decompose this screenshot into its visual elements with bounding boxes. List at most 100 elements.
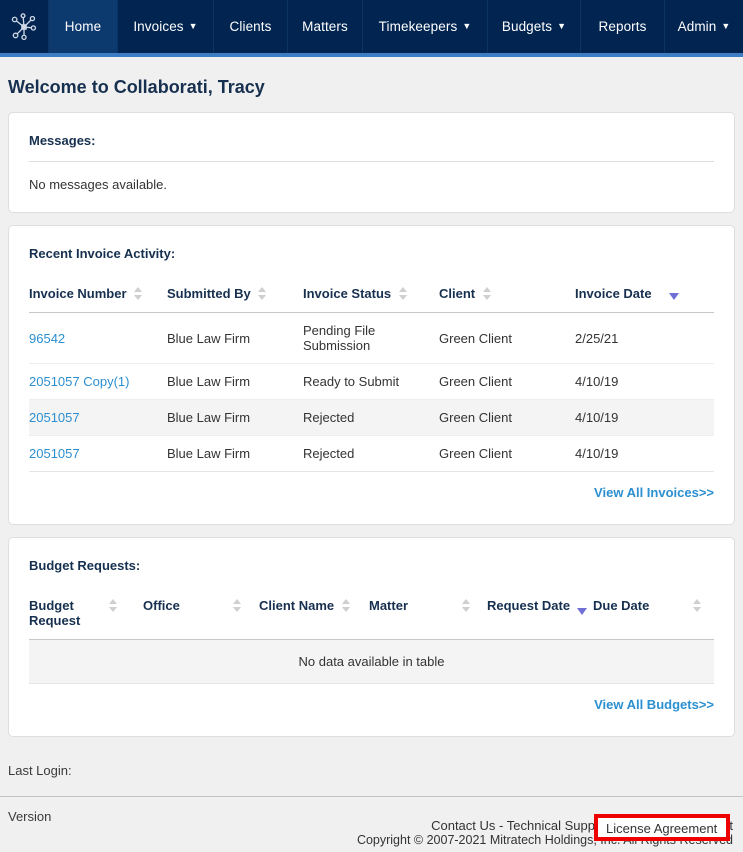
sort-active-desc-icon[interactable] <box>655 286 685 301</box>
cell-submitted-by: Blue Law Firm <box>167 312 303 364</box>
invoice-number-link[interactable]: 96542 <box>29 331 65 346</box>
page-title: Welcome to Collaborati, Tracy <box>8 77 265 97</box>
sort-toggle-icon[interactable] <box>338 598 354 613</box>
recent-invoice-activity-card: Recent Invoice Activity: Invoice Number … <box>8 225 735 525</box>
column-label: Client <box>439 286 476 301</box>
nav-item-label: Reports <box>598 19 647 34</box>
column-header-budget-request[interactable]: Budget Request <box>29 586 143 640</box>
column-label: Matter <box>369 598 409 613</box>
column-header-client-name[interactable]: Client Name <box>259 586 369 640</box>
view-all-budgets-container: View All Budgets>> <box>29 684 714 736</box>
table-row[interactable]: 96542 Blue Law Firm Pending File Submiss… <box>29 312 714 364</box>
nav-item-label: Clients <box>229 19 272 34</box>
column-header-matter[interactable]: Matter <box>369 586 487 640</box>
table-row[interactable]: 2051057 Copy(1) Blue Law Firm Ready to S… <box>29 363 714 400</box>
nav-item-admin[interactable]: Admin ▼ <box>664 0 743 53</box>
column-label: Invoice Status <box>303 286 392 301</box>
view-all-budgets-link[interactable]: View All Budgets>> <box>594 697 714 712</box>
invoice-number-link[interactable]: 2051057 <box>29 410 80 425</box>
messages-card-title: Messages: <box>29 133 96 148</box>
sort-toggle-icon[interactable] <box>130 286 146 301</box>
cell-invoice-status: Pending File Submission <box>303 312 439 364</box>
column-label: Invoice Date <box>575 286 652 301</box>
cell-invoice-number[interactable]: 96542 <box>29 312 167 364</box>
chevron-down-icon: ▼ <box>721 20 731 31</box>
sort-toggle-icon[interactable] <box>395 286 411 301</box>
cell-invoice-number[interactable]: 2051057 <box>29 399 167 436</box>
cell-invoice-date: 4/10/19 <box>575 435 714 472</box>
nav-item-timekeepers[interactable]: Timekeepers ▼ <box>362 0 487 53</box>
nav-item-label: Invoices <box>133 19 184 34</box>
table-row[interactable]: 2051057 Blue Law Firm Rejected Green Cli… <box>29 399 714 436</box>
nav-item-invoices[interactable]: Invoices ▼ <box>117 0 213 53</box>
table-row[interactable]: 2051057 Blue Law Firm Rejected Green Cli… <box>29 435 714 472</box>
nav-item-clients[interactable]: Clients <box>213 0 287 53</box>
invoice-number-link[interactable]: 2051057 Copy(1) <box>29 374 129 389</box>
table-header-row: Invoice Number Submitted By Invoice Stat… <box>29 274 714 313</box>
column-label: Submitted By <box>167 286 251 301</box>
column-header-request-date[interactable]: Request Date <box>487 586 593 640</box>
nav-item-label: Matters <box>302 19 348 34</box>
column-label: Office <box>143 598 180 613</box>
column-header-office[interactable]: Office <box>143 586 259 640</box>
table-header: Invoice Number Submitted By Invoice Stat… <box>29 274 714 313</box>
view-all-invoices-link[interactable]: View All Invoices>> <box>594 485 714 500</box>
cell-client: Green Client <box>439 312 575 364</box>
budget-requests-table: Budget Request Office Client Name Matter… <box>29 586 714 684</box>
column-header-invoice-status[interactable]: Invoice Status <box>303 274 439 313</box>
nav-item-matters[interactable]: Matters <box>287 0 362 53</box>
license-agreement-highlight-label[interactable]: License Agreement <box>606 821 717 836</box>
sort-toggle-icon[interactable] <box>105 598 121 613</box>
recent-invoices-table: Invoice Number Submitted By Invoice Stat… <box>29 274 714 472</box>
cell-client: Green Client <box>439 399 575 436</box>
column-header-invoice-number[interactable]: Invoice Number <box>29 274 167 313</box>
app-logo[interactable] <box>0 0 48 53</box>
cell-client: Green Client <box>439 435 575 472</box>
column-label: Due Date <box>593 598 650 613</box>
cell-invoice-status: Ready to Submit <box>303 363 439 400</box>
molecule-network-logo-icon <box>11 12 37 40</box>
invoices-card-title: Recent Invoice Activity: <box>29 246 176 261</box>
budgets-card-title: Budget Requests: <box>29 558 141 573</box>
column-label: Request Date <box>487 598 571 613</box>
column-header-invoice-date[interactable]: Invoice Date <box>575 274 714 313</box>
invoice-number-link[interactable]: 2051057 <box>29 446 80 461</box>
sort-toggle-icon[interactable] <box>479 286 495 301</box>
cell-submitted-by: Blue Law Firm <box>167 435 303 472</box>
chevron-down-icon: ▼ <box>462 20 472 31</box>
cell-client: Green Client <box>439 363 575 400</box>
empty-state-row: No data available in table <box>29 639 714 684</box>
sort-toggle-icon[interactable] <box>689 598 705 613</box>
nav-item-budgets[interactable]: Budgets ▼ <box>487 0 580 53</box>
messages-card: Messages: No messages available. <box>8 112 735 213</box>
cell-invoice-status: Rejected <box>303 399 439 436</box>
main-navigation: Home Invoices ▼ Clients Matters Timekeep… <box>0 0 743 57</box>
table-body: No data available in table <box>29 639 714 684</box>
cell-invoice-number[interactable]: 2051057 <box>29 435 167 472</box>
footer-separator: - <box>499 818 504 833</box>
cell-invoice-date: 2/25/21 <box>575 312 714 364</box>
nav-item-home[interactable]: Home <box>48 0 117 53</box>
budget-requests-card: Budget Requests: Budget Request Office C… <box>8 537 735 737</box>
cell-invoice-status: Rejected <box>303 435 439 472</box>
cell-invoice-date: 4/10/19 <box>575 363 714 400</box>
column-header-submitted-by[interactable]: Submitted By <box>167 274 303 313</box>
column-header-client[interactable]: Client <box>439 274 575 313</box>
messages-empty-text: No messages available. <box>29 177 168 192</box>
chevron-down-icon: ▼ <box>557 20 567 31</box>
table-body: 96542 Blue Law Firm Pending File Submiss… <box>29 312 714 472</box>
sort-active-desc-icon[interactable] <box>574 598 590 615</box>
column-label: Budget Request <box>29 598 81 628</box>
empty-state-message: No data available in table <box>29 639 714 684</box>
nav-item-reports[interactable]: Reports <box>580 0 664 53</box>
column-header-due-date[interactable]: Due Date <box>593 586 714 640</box>
contact-us-link[interactable]: Contact Us <box>431 818 495 833</box>
last-login-label: Last Login: <box>8 763 72 778</box>
cell-invoice-number[interactable]: 2051057 Copy(1) <box>29 363 167 400</box>
nav-item-label: Timekeepers <box>378 19 458 34</box>
column-label: Invoice Number <box>29 286 127 301</box>
sort-toggle-icon[interactable] <box>254 286 270 301</box>
sort-toggle-icon[interactable] <box>458 598 474 613</box>
view-all-invoices-container: View All Invoices>> <box>29 472 714 524</box>
sort-toggle-icon[interactable] <box>229 598 245 613</box>
